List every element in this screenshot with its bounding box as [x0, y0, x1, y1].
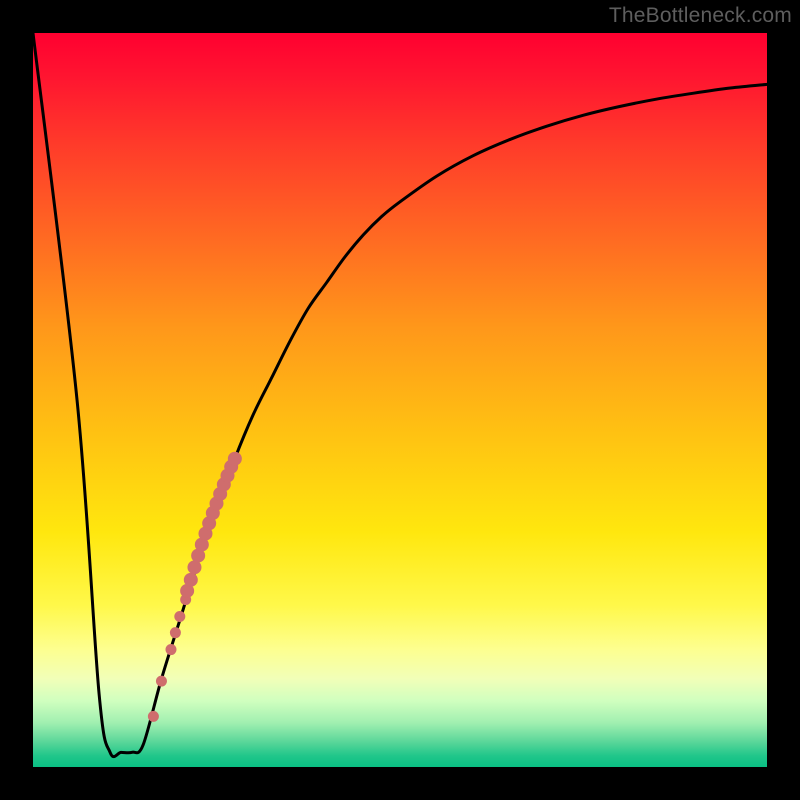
highlight-dot [228, 452, 242, 466]
chart-frame: TheBottleneck.com [0, 0, 800, 800]
highlight-dot [165, 644, 176, 655]
highlight-dot [174, 611, 185, 622]
highlight-dot [156, 676, 167, 687]
highlight-dot [148, 711, 159, 722]
highlight-dot [184, 573, 198, 587]
highlight-dot [170, 627, 181, 638]
watermark-text: TheBottleneck.com [609, 4, 792, 28]
highlight-dots [33, 33, 767, 767]
plot-area [33, 33, 767, 767]
